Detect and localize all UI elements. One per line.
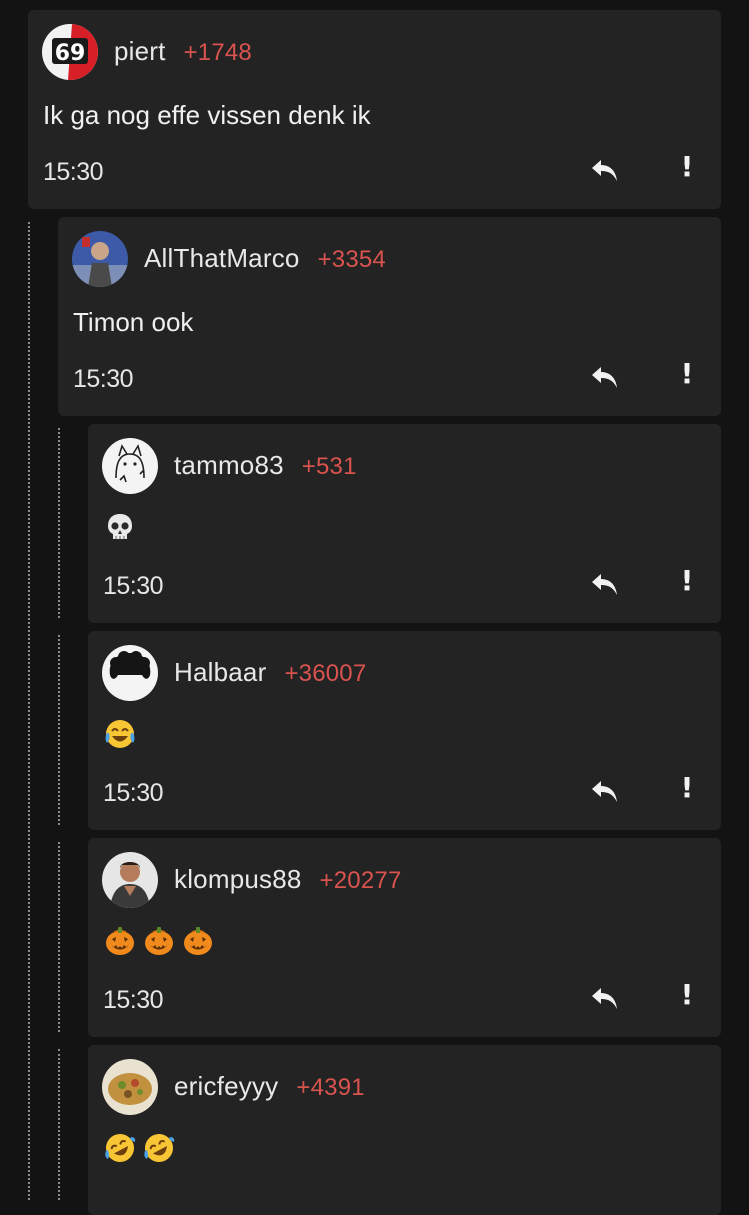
score: +36007 [284,660,367,687]
reply-icon[interactable] [589,568,621,600]
jack-o-lantern-icon [181,924,215,958]
report-icon[interactable]: ! [679,978,695,1014]
timestamp: 15:30 [73,365,134,393]
username[interactable]: AllThatMarco +3354 [144,243,386,274]
username-text[interactable]: piert [114,36,166,66]
tears-of-joy-icon [103,717,137,751]
comment-card: klompus88 +20277 15:30 ! [88,838,721,1037]
jack-o-lantern-icon [103,924,137,958]
timestamp: 15:30 [103,572,164,600]
report-icon[interactable]: ! [679,357,695,393]
username-text[interactable]: Halbaar [174,657,266,687]
reply-icon[interactable] [589,775,621,807]
comment-card: 69 piert +1748 Ik ga nog effe vissen denk… [28,10,721,209]
timestamp: 15:30 [43,158,104,186]
thread-guide-line [58,842,60,1032]
username-text[interactable]: klompus88 [174,864,302,894]
avatar-hair-icon[interactable] [102,645,158,701]
username-text[interactable]: ericfeyyy [174,1071,278,1101]
username[interactable]: klompus88 +20277 [174,864,402,895]
avatar-69-icon[interactable]: 69 [42,24,98,80]
reply-icon[interactable] [589,361,621,393]
avatar-food-icon[interactable] [102,1059,158,1115]
score: +1748 [183,39,252,66]
svg-text:69: 69 [55,41,86,66]
thread-guide-line [28,222,30,1200]
score: +3354 [317,246,386,273]
comment-card: ericfeyyy +4391 [88,1045,721,1215]
thread-guide-line [58,1049,60,1200]
score: +4391 [296,1074,365,1101]
rolling-laughing-icon [103,1131,137,1165]
comment-text: Ik ga nog effe vissen denk ik [43,100,371,130]
username[interactable]: Halbaar +36007 [174,657,366,688]
username-text[interactable]: tammo83 [174,450,284,480]
comment-text: Timon ook [73,307,194,337]
comment-card: Halbaar +36007 15:30 ! [88,631,721,830]
emoji-row [103,717,137,751]
score: +20277 [319,867,402,894]
avatar-man-icon[interactable] [102,852,158,908]
comment-thread: 69 piert +1748 Ik ga nog effe vissen denk… [0,0,749,1215]
username-text[interactable]: AllThatMarco [144,243,300,273]
username[interactable]: piert +1748 [114,36,252,67]
timestamp: 15:30 [103,986,164,1014]
report-icon[interactable]: ! [679,150,695,186]
report-icon[interactable]: ! [679,564,695,600]
thread-guide-line [58,635,60,825]
emoji-row [103,924,215,958]
username[interactable]: ericfeyyy +4391 [174,1071,365,1102]
report-icon[interactable]: ! [679,771,695,807]
reply-icon[interactable] [589,982,621,1014]
reply-icon[interactable] [589,154,621,186]
emoji-row [103,510,137,544]
timestamp: 15:30 [103,779,164,807]
thread-guide-line [58,428,60,618]
jack-o-lantern-icon [142,924,176,958]
comment-card: AllThatMarco +3354 Timon ook 15:30 ! [58,217,721,416]
emoji-row [103,1131,176,1165]
score: +531 [301,453,357,480]
rolling-laughing-icon [142,1131,176,1165]
comment-card: tammo83 +531 15:30 ! [88,424,721,623]
avatar-photo-icon[interactable] [72,231,128,287]
username[interactable]: tammo83 +531 [174,450,357,481]
skull-icon [103,510,137,544]
avatar-cat-icon[interactable] [102,438,158,494]
